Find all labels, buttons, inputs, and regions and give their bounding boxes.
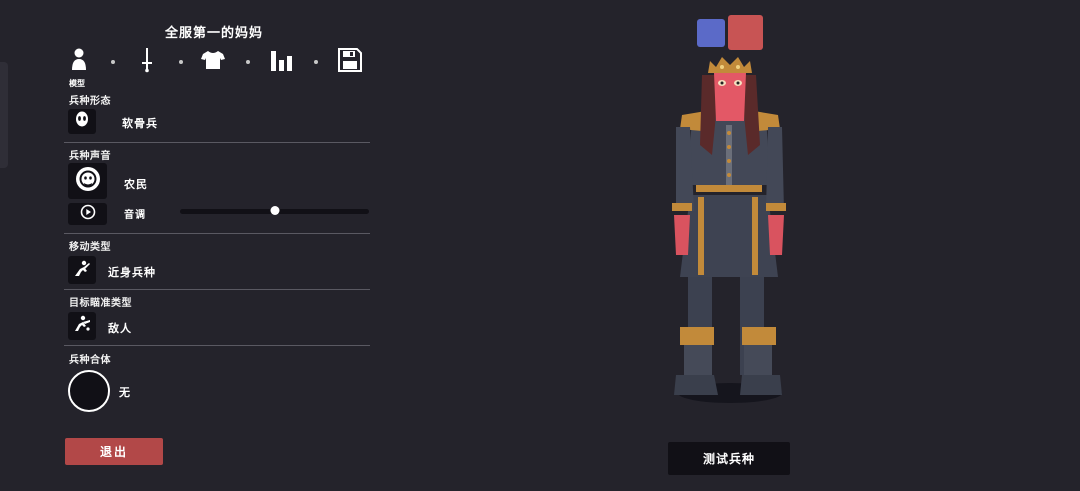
unit-form-selector[interactable] — [68, 109, 96, 134]
tab-model[interactable] — [66, 48, 92, 76]
unit-combine-value: 无 — [119, 386, 131, 399]
tab-stats[interactable] — [269, 48, 295, 76]
targeting-type-label: 目标瞄准类型 — [69, 298, 132, 309]
team-blue-button[interactable] — [697, 19, 725, 47]
unit-voice-value: 农民 — [124, 178, 148, 191]
tab-save[interactable] — [337, 48, 363, 76]
targeting-type-selector[interactable] — [68, 312, 96, 340]
unit-voice-selector[interactable] — [68, 163, 107, 199]
tab-separator-dot — [111, 60, 115, 64]
movement-type-selector[interactable] — [68, 256, 96, 284]
divider — [64, 142, 370, 143]
pitch-slider-handle[interactable] — [270, 206, 279, 215]
unit-combine-label: 兵种合体 — [69, 355, 111, 366]
sword-icon — [141, 47, 153, 77]
play-voice-button[interactable] — [68, 203, 107, 225]
exit-button[interactable]: 退出 — [65, 438, 163, 465]
movement-type-value: 近身兵种 — [108, 266, 156, 279]
target-enemy-icon — [72, 314, 92, 338]
shirt-icon — [201, 50, 225, 74]
person-icon — [71, 48, 87, 76]
tab-separator-dot — [314, 60, 318, 64]
divider — [64, 289, 370, 290]
stats-bars-icon — [270, 49, 294, 75]
unit-name-title[interactable]: 全服第一的妈妈 — [64, 22, 364, 41]
unit-voice-label: 兵种声音 — [69, 151, 111, 162]
tab-weapons[interactable] — [134, 48, 160, 76]
tab-separator-dot — [246, 60, 250, 64]
tab-clothing[interactable] — [200, 48, 226, 76]
tab-separator-dot — [179, 60, 183, 64]
side-panel-tab[interactable] — [0, 62, 8, 168]
unit-form-value: 软骨兵 — [122, 117, 158, 130]
unit-combine-selector[interactable] — [68, 370, 110, 412]
pitch-label: 音调 — [124, 210, 146, 221]
movement-type-label: 移动类型 — [69, 242, 111, 253]
editor-tabs: 模型 — [64, 48, 370, 88]
play-icon — [80, 204, 96, 224]
test-unit-button[interactable]: 测试兵种 — [668, 442, 790, 475]
targeting-type-value: 敌人 — [108, 322, 132, 335]
skull-icon — [75, 111, 89, 133]
melee-icon — [72, 258, 92, 282]
unit-preview-character[interactable] — [640, 55, 820, 415]
tab-model-label: 模型 — [69, 79, 85, 88]
divider — [64, 345, 370, 346]
unit-form-label: 兵种形态 — [69, 96, 111, 107]
team-red-button[interactable] — [728, 15, 763, 50]
peasant-head-icon — [74, 165, 102, 197]
divider — [64, 233, 370, 234]
save-floppy-icon — [338, 48, 362, 76]
